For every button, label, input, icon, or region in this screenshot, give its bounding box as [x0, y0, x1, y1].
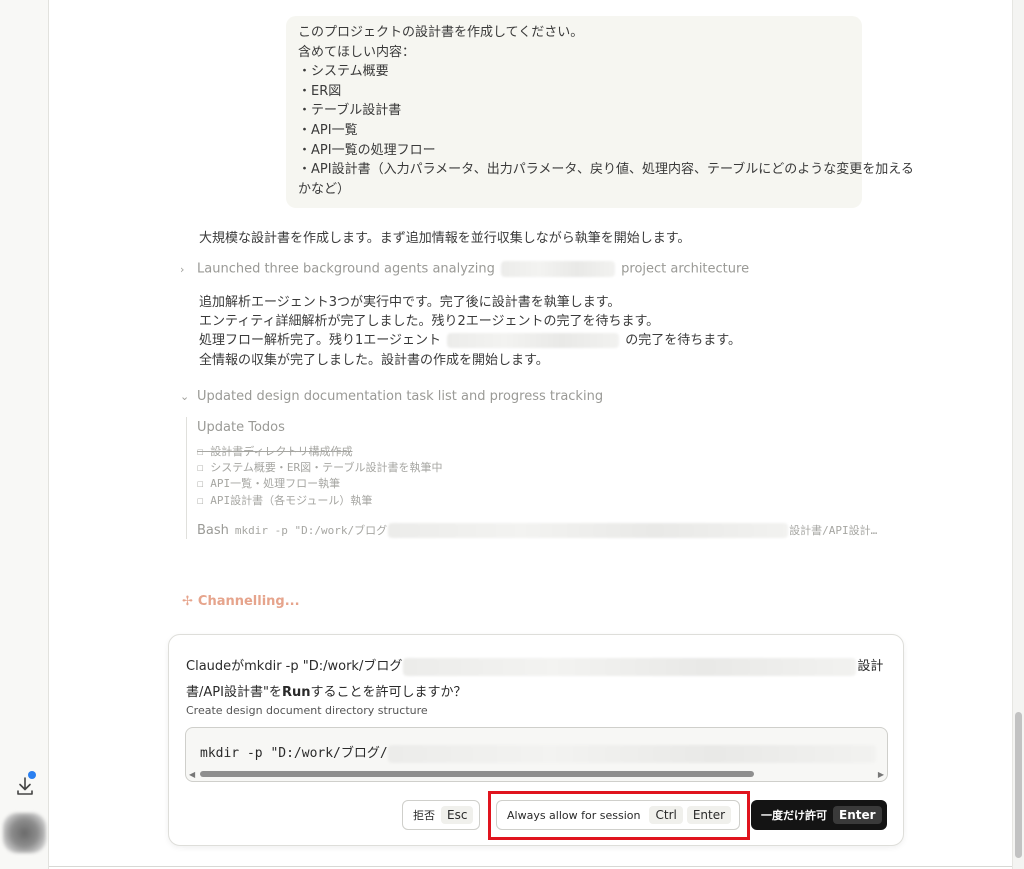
allow-once-label: 一度だけ許可	[761, 809, 827, 822]
status-line: 追加解析エージェント3つが実行中です。完了後に設計書を執筆します。	[199, 295, 621, 310]
deny-button[interactable]: 拒否 Esc	[402, 800, 480, 830]
bash-label: Bash	[197, 523, 229, 538]
user-message: このプロジェクトの設計書を作成してください。 含めてほしい内容： ・システム概要…	[286, 16, 914, 208]
assistant-intro: 大規模な設計書を作成します。まず追加情報を並行収集しながら執筆を開始します。	[199, 231, 691, 246]
user-message-line: 含めてほしい内容：	[298, 44, 416, 60]
permission-question: Claudeがmkdir -p "D:/work/ブログ 設計 書/API設計書"…	[186, 654, 886, 706]
bash-command-start: mkdir -p "D:/work/ブログ	[234, 524, 388, 537]
redacted-path	[403, 657, 857, 676]
agents-toggle[interactable]: › Launched three background agents analyz…	[180, 261, 749, 277]
chevron-right-icon: ›	[180, 262, 185, 276]
tool-thread-line	[186, 417, 187, 539]
command-preview[interactable]: mkdir -p "D:/work/ブログ/ ◀ ▶	[185, 727, 888, 782]
download-badge	[28, 771, 36, 779]
redacted-agent-name	[447, 333, 620, 349]
channelling-status: ✢ Channelling...	[182, 594, 300, 609]
permission-subtitle: Create design document directory structu…	[186, 704, 428, 717]
user-message-line: ・API一覧	[298, 122, 358, 138]
user-message-line: ・API一覧の処理フロー	[298, 142, 436, 158]
bash-command-end: 設計書/API設計…	[789, 524, 878, 537]
chevron-down-icon: ⌄	[180, 390, 190, 403]
todo-item: ☐ 設計書ディレクトリ構成作成	[197, 445, 353, 458]
todos-row-label: Updated design documentation task list a…	[197, 389, 604, 404]
permission-question-part: することを許可しますか？	[310, 685, 467, 700]
todo-item: ☐ API設計書（各モジュール）執筆	[197, 493, 373, 507]
highlight-annotation	[488, 791, 750, 840]
agents-row-prefix: Launched three background agents analyzi…	[197, 261, 495, 277]
left-rail	[0, 0, 49, 869]
agents-row-suffix: project architecture	[621, 261, 750, 277]
status-line-prefix: 処理フロー解析完了。残り1エージェント	[199, 333, 442, 349]
assistant-status: 追加解析エージェント3つが実行中です。完了後に設計書を執筆します。 エンティティ…	[199, 293, 741, 370]
avatar[interactable]	[3, 813, 46, 853]
vertical-scrollbar[interactable]	[1012, 0, 1024, 869]
channelling-label: Channelling...	[197, 594, 300, 609]
allow-once-shortcut-key: Enter	[833, 806, 882, 824]
scroll-right-icon[interactable]: ▶	[878, 770, 884, 779]
permission-question-line: 書/API設計書"をRunすることを許可しますか？	[186, 680, 886, 706]
todo-list: ☐ 設計書ディレクトリ構成作成 ☐ システム概要・ER図・テーブル設計書を執筆中…	[197, 444, 443, 509]
status-line-suffix: の完了を待ちます。	[625, 333, 741, 349]
status-line: 処理フロー解析完了。残り1エージェント の完了を待ちます。	[199, 331, 741, 350]
vertical-scrollbar-thumb[interactable]	[1015, 712, 1022, 858]
user-message-line: ・システム概要	[298, 64, 389, 80]
redacted-path	[388, 523, 789, 538]
status-line: 全情報の収集が完了しました。設計書の作成を開始します。	[199, 352, 549, 368]
permission-question-part: 書/API設計書"を	[186, 685, 282, 700]
user-message-line: このプロジェクトの設計書を作成してください。	[298, 25, 584, 40]
redacted-path	[387, 744, 876, 763]
user-message-line: ・ER図	[298, 83, 342, 99]
redacted-project-name	[501, 261, 616, 277]
horizontal-scrollbar-thumb[interactable]	[200, 771, 754, 777]
todos-toggle[interactable]: ⌄ Updated design documentation task list …	[180, 389, 603, 404]
scroll-left-icon[interactable]: ◀	[189, 770, 195, 779]
command-text-value: mkdir -p "D:/work/ブログ/	[200, 746, 388, 761]
frame-divider	[49, 866, 1012, 867]
status-line: エンティティ詳細解析が完了しました。残り2エージェントの完了を待ちます。	[199, 314, 660, 330]
user-message-line: かなど）	[298, 181, 351, 197]
permission-question-line: Claudeがmkdir -p "D:/work/ブログ 設計	[186, 654, 886, 680]
update-todos-title: Update Todos	[197, 420, 285, 435]
command-text: mkdir -p "D:/work/ブログ/	[200, 742, 876, 763]
permission-question-suffix: 設計	[857, 659, 884, 674]
todo-item: ☐ API一覧・処理フロー執筆	[197, 477, 341, 491]
allow-once-button[interactable]: 一度だけ許可 Enter	[751, 800, 887, 830]
sparkle-icon: ✢	[182, 594, 193, 609]
user-message-line: ・API設計書（入力パラメータ、出力パラメータ、戻り値、処理内容、テーブルにどの…	[298, 162, 914, 178]
user-message-line: ・テーブル設計書	[298, 103, 402, 119]
todo-item: ☐ システム概要・ER図・テーブル設計書を執筆中	[197, 461, 443, 475]
bash-tool-row[interactable]: Bash mkdir -p "D:/work/ブログ 設計書/API設計…	[197, 522, 877, 538]
permission-question-prefix: Claudeがmkdir -p "D:/work/ブログ	[186, 659, 403, 674]
deny-shortcut-key: Esc	[441, 806, 474, 824]
permission-action-name: Run	[281, 685, 311, 700]
deny-button-label: 拒否	[413, 809, 435, 822]
